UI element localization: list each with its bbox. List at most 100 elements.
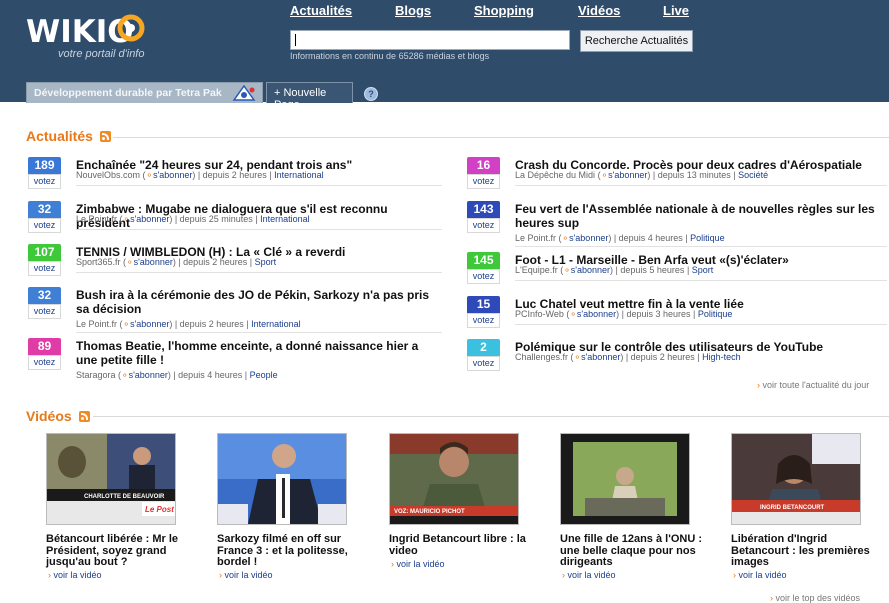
vote-button[interactable]: votez bbox=[28, 261, 61, 276]
watch-video-link[interactable]: › voir la vidéo bbox=[562, 570, 616, 580]
news-item: 189 votez Enchaînée "24 heures sur 24, pen… bbox=[28, 157, 442, 195]
video-title[interactable]: Ingrid Betancourt libre : la video bbox=[389, 533, 534, 557]
vote-widget[interactable]: 32 votez bbox=[28, 201, 61, 233]
news-category-link[interactable]: Politique bbox=[690, 233, 725, 243]
news-source[interactable]: NouvelObs.com bbox=[76, 170, 140, 180]
subscribe-link[interactable]: s'abonner bbox=[569, 233, 608, 243]
vote-button[interactable]: votez bbox=[28, 304, 61, 319]
arrow-icon: › bbox=[219, 570, 222, 580]
subscribe-link[interactable]: s'abonner bbox=[130, 319, 169, 329]
vote-button[interactable]: votez bbox=[28, 174, 61, 189]
news-category-link[interactable]: Société bbox=[738, 170, 768, 180]
vote-widget[interactable]: 145 votez bbox=[467, 252, 500, 284]
vote-button[interactable]: votez bbox=[467, 174, 500, 189]
rss-icon[interactable] bbox=[79, 411, 90, 422]
watch-video-link[interactable]: › voir la vidéo bbox=[48, 570, 102, 580]
news-item: 143 votez Feu vert de l'Assemblée national… bbox=[467, 201, 887, 251]
rss-icon[interactable] bbox=[100, 131, 111, 142]
vote-widget[interactable]: 2 votez bbox=[467, 339, 500, 371]
nav-shopping[interactable]: Shopping bbox=[474, 3, 534, 18]
vote-count: 15 bbox=[467, 296, 500, 313]
subscribe-link[interactable]: s'abonner bbox=[129, 370, 168, 380]
vote-widget[interactable]: 143 votez bbox=[467, 201, 500, 233]
news-title-link[interactable]: Feu vert de l'Assemblée nationale à de n… bbox=[515, 202, 885, 230]
video-title[interactable]: Sarkozy filmé en off sur France 3 : et l… bbox=[217, 533, 362, 569]
news-source[interactable]: Le Point.fr bbox=[76, 214, 117, 224]
rss-mini-icon: ⚬ bbox=[121, 370, 129, 380]
nav-videos[interactable]: Vidéos bbox=[578, 3, 620, 18]
nav-live[interactable]: Live bbox=[663, 3, 689, 18]
vote-button[interactable]: votez bbox=[28, 355, 61, 370]
news-source[interactable]: Staragora bbox=[76, 370, 116, 380]
subscribe-link[interactable]: s'abonner bbox=[153, 170, 192, 180]
subscribe-link[interactable]: s'abonner bbox=[608, 170, 647, 180]
more-news-link[interactable]: › voir toute l'actualité du jour bbox=[757, 380, 869, 390]
vote-widget[interactable]: 15 votez bbox=[467, 296, 500, 328]
news-category-link[interactable]: High-tech bbox=[702, 352, 741, 362]
subscribe-link[interactable]: s'abonner bbox=[134, 257, 173, 267]
news-source[interactable]: Le Point.fr bbox=[515, 233, 556, 243]
tab-developpement-durable[interactable]: Développement durable par Tetra Pak bbox=[26, 82, 263, 103]
watch-video-label: voir la vidéo bbox=[224, 570, 273, 580]
rss-mini-icon: ⚬ bbox=[126, 257, 134, 267]
news-time: depuis 2 heures bbox=[630, 352, 695, 362]
rss-wave-logo-icon bbox=[117, 14, 145, 42]
vote-widget[interactable]: 32 votez bbox=[28, 287, 61, 319]
vote-button[interactable]: votez bbox=[467, 218, 500, 233]
more-videos-link[interactable]: › voir le top des vidéos bbox=[770, 593, 860, 603]
subscribe-link[interactable]: s'abonner bbox=[130, 214, 169, 224]
news-time: depuis 2 heures bbox=[202, 170, 267, 180]
subscribe-link[interactable]: s'abonner bbox=[577, 309, 616, 319]
video-thumbnail[interactable]: VOZ: MAURICIO PICHOT bbox=[389, 433, 519, 525]
vote-widget[interactable]: 189 votez bbox=[28, 157, 61, 189]
vote-button[interactable]: votez bbox=[467, 356, 500, 371]
watch-video-link[interactable]: › voir la vidéo bbox=[391, 559, 445, 569]
subscribe-link[interactable]: s'abonner bbox=[571, 265, 610, 275]
news-category-link[interactable]: International bbox=[251, 319, 301, 329]
subscribe-link[interactable]: s'abonner bbox=[581, 352, 620, 362]
news-title-link[interactable]: Thomas Beatie, l'homme enceinte, a donné… bbox=[76, 339, 440, 367]
vote-count: 145 bbox=[467, 252, 500, 269]
vote-widget[interactable]: 107 votez bbox=[28, 244, 61, 276]
video-title[interactable]: Bétancourt libérée : Mr le Président, so… bbox=[46, 533, 191, 569]
video-title[interactable]: Libération d'Ingrid Betancourt : les pre… bbox=[731, 533, 876, 569]
news-source[interactable]: La Dépêche du Midi bbox=[515, 170, 595, 180]
news-category-link[interactable]: Politique bbox=[698, 309, 733, 319]
video-thumbnail[interactable] bbox=[560, 433, 690, 525]
news-category-link[interactable]: People bbox=[250, 370, 278, 380]
watch-video-link[interactable]: › voir la vidéo bbox=[219, 570, 273, 580]
nav-actualites[interactable]: Actualités bbox=[290, 3, 352, 18]
news-source[interactable]: PCInfo-Web bbox=[515, 309, 564, 319]
vote-widget[interactable]: 89 votez bbox=[28, 338, 61, 370]
video-thumbnail[interactable]: CHARLOTTE DE BEAUVOIR Le Post bbox=[46, 433, 176, 525]
video-title[interactable]: Une fille de 12ans à l'ONU : une belle c… bbox=[560, 533, 705, 569]
nav-blogs[interactable]: Blogs bbox=[395, 3, 431, 18]
vote-widget[interactable]: 16 votez bbox=[467, 157, 500, 189]
news-source[interactable]: Sport365.fr bbox=[76, 257, 121, 267]
vote-button[interactable]: votez bbox=[467, 269, 500, 284]
news-source[interactable]: L'Equipe.fr bbox=[515, 265, 558, 275]
tab-nouvelle-page[interactable]: + Nouvelle Page bbox=[266, 82, 353, 111]
watch-video-link[interactable]: › voir la vidéo bbox=[733, 570, 787, 580]
thumbnail-image: VOZ: MAURICIO PICHOT bbox=[390, 434, 518, 524]
news-item: 2 votez Polémique sur le contrôle des util… bbox=[467, 339, 887, 377]
news-source[interactable]: Challenges.fr bbox=[515, 352, 568, 362]
wikio-logo[interactable]: WIKIO votre portail d'info bbox=[26, 14, 156, 66]
news-category-link[interactable]: Sport bbox=[692, 265, 714, 275]
divider bbox=[515, 324, 887, 325]
news-source[interactable]: Le Point.fr bbox=[76, 319, 117, 329]
divider bbox=[76, 229, 442, 230]
vote-button[interactable]: votez bbox=[28, 218, 61, 233]
vote-count: 32 bbox=[28, 287, 61, 304]
news-category-link[interactable]: International bbox=[274, 170, 324, 180]
search-input[interactable] bbox=[290, 30, 570, 50]
news-category-link[interactable]: Sport bbox=[255, 257, 277, 267]
search-button[interactable]: Recherche Actualités bbox=[580, 30, 693, 52]
video-thumbnail[interactable] bbox=[217, 433, 347, 525]
help-icon[interactable]: ? bbox=[364, 87, 378, 101]
vote-button[interactable]: votez bbox=[467, 313, 500, 328]
news-title-link[interactable]: Bush ira à la cérémonie des JO de Pékin,… bbox=[76, 288, 440, 316]
news-category-link[interactable]: International bbox=[260, 214, 310, 224]
video-thumbnail[interactable]: INGRID BETANCOURT bbox=[731, 433, 861, 525]
news-time: depuis 13 minutes bbox=[657, 170, 731, 180]
